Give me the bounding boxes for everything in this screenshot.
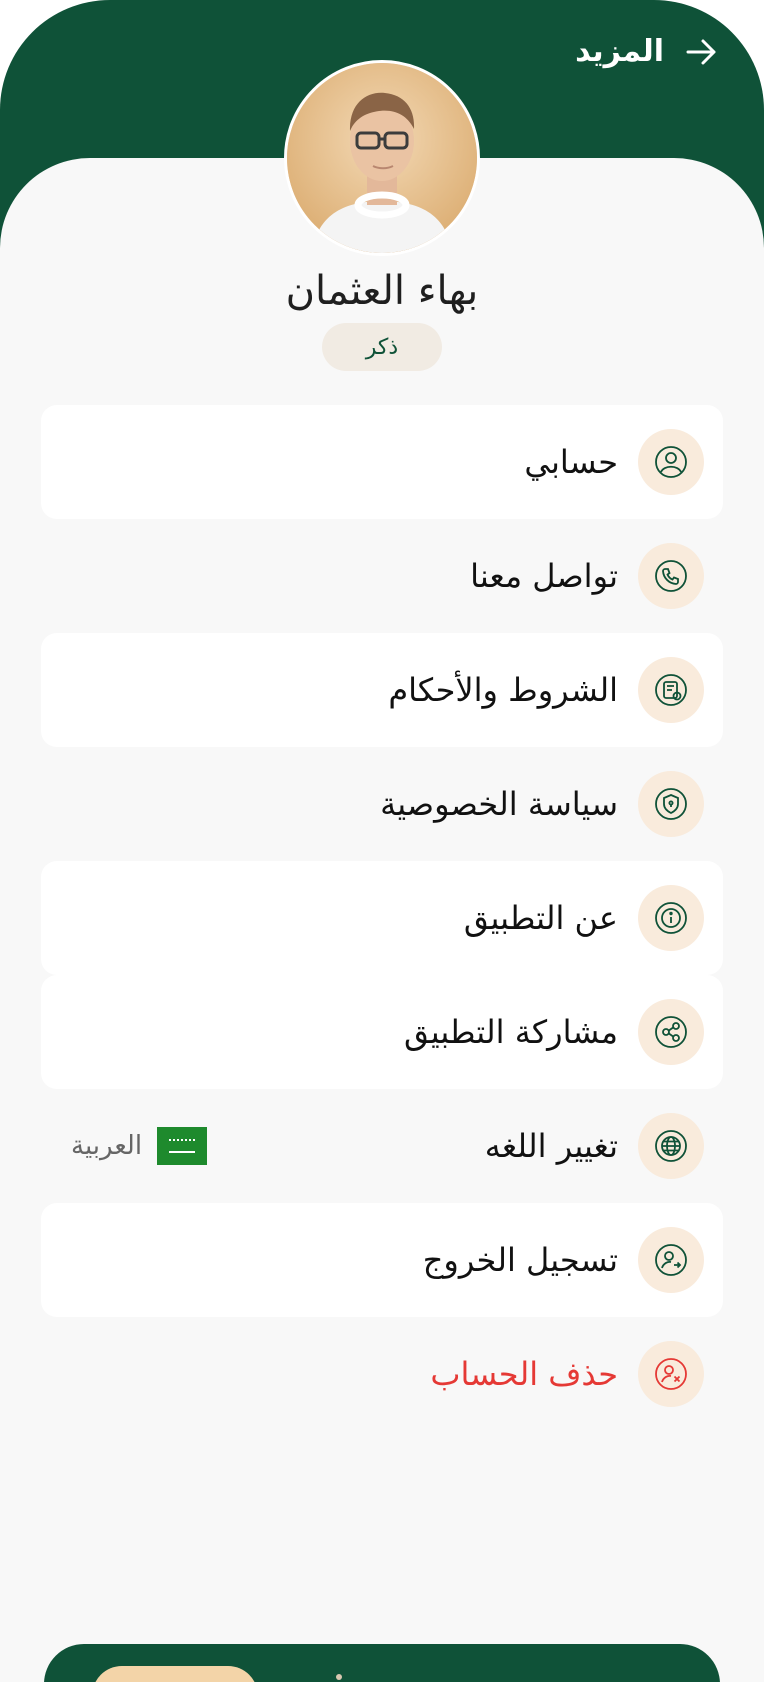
more-screen: المزيد حسابي تواصل معنا الشروط والأحكام … xyxy=(0,0,764,1682)
menu-label: سياسة الخصوصية xyxy=(380,785,618,823)
menu-item-terms[interactable]: الشروط والأحكام xyxy=(41,633,723,747)
page-title: المزيد xyxy=(575,34,664,69)
menu-item-delete-account[interactable]: حذف الحساب xyxy=(41,1317,723,1431)
menu-item-my-account[interactable]: حسابي xyxy=(41,405,723,519)
content-sheet: حسابي تواصل معنا الشروط والأحكام سياسة ا… xyxy=(0,158,764,1682)
menu-label: مشاركة التطبيق xyxy=(404,1013,618,1051)
phone-icon xyxy=(638,543,704,609)
back-button[interactable] xyxy=(682,32,722,72)
menu-label: عن التطبيق xyxy=(463,899,618,937)
logout-icon xyxy=(638,1227,704,1293)
user-name: بهاء العثمان xyxy=(285,268,479,314)
menu-item-privacy-policy[interactable]: سياسة الخصوصية xyxy=(41,747,723,861)
menu-item-logout[interactable]: تسجيل الخروج xyxy=(41,1203,723,1317)
menu-label: تسجيل الخروج xyxy=(422,1241,618,1279)
menu-item-change-language[interactable]: تغيير اللغه العربية xyxy=(41,1089,723,1203)
menu-item-about-app[interactable]: عن التطبيق xyxy=(41,861,723,975)
bottom-nav-active-item[interactable] xyxy=(92,1666,258,1682)
saudi-flag-icon xyxy=(157,1127,207,1165)
menu-item-contact-us[interactable]: تواصل معنا xyxy=(41,519,723,633)
shield-icon xyxy=(638,771,704,837)
gender-badge: ذكر xyxy=(322,323,442,371)
profile-photo xyxy=(287,63,477,253)
avatar[interactable] xyxy=(284,60,480,256)
menu-label: تواصل معنا xyxy=(470,557,618,595)
menu-label: حذف الحساب xyxy=(430,1355,618,1393)
bottom-nav-indicator xyxy=(336,1674,342,1680)
delete-user-icon xyxy=(638,1341,704,1407)
menu-label: تغيير اللغه xyxy=(484,1127,618,1165)
globe-icon xyxy=(638,1113,704,1179)
share-icon xyxy=(638,999,704,1065)
document-icon xyxy=(638,657,704,723)
current-language: العربية xyxy=(71,1131,143,1161)
menu-item-share-app[interactable]: مشاركة التطبيق xyxy=(41,975,723,1089)
menu-label: الشروط والأحكام xyxy=(388,671,618,709)
user-circle-icon xyxy=(638,429,704,495)
arrow-right-icon xyxy=(686,39,716,65)
info-icon xyxy=(638,885,704,951)
bottom-navigation-bar[interactable] xyxy=(44,1644,720,1682)
menu-label: حسابي xyxy=(524,443,618,481)
